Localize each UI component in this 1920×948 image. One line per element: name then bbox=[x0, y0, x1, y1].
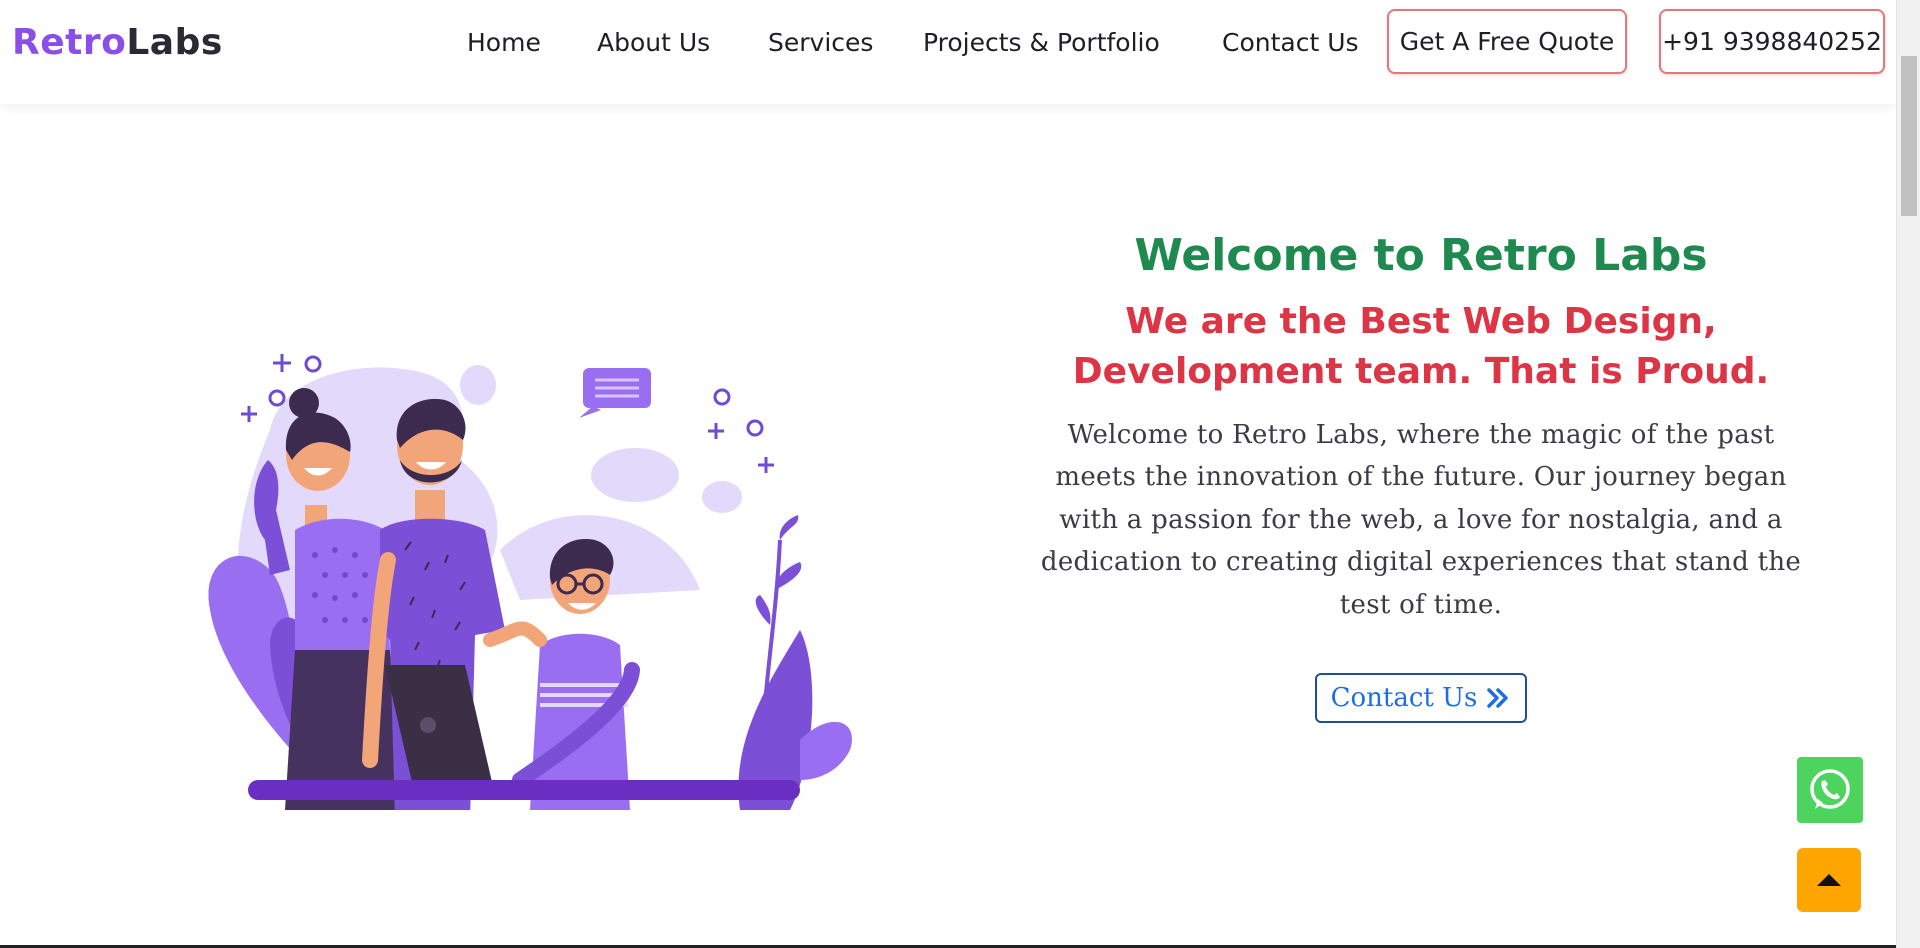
get-free-quote-label: Get A Free Quote bbox=[1399, 27, 1615, 56]
caret-up-icon bbox=[1817, 874, 1841, 886]
whatsapp-icon bbox=[1810, 769, 1850, 809]
hero-contact-us-button[interactable]: Contact Us bbox=[1314, 672, 1528, 723]
nav-services[interactable]: Services bbox=[768, 28, 873, 57]
hero-section: Welcome to Retro Labs We are the Best We… bbox=[1040, 230, 1802, 723]
team-illustration-svg bbox=[208, 354, 852, 820]
page: RetroLabs Home About Us Services Project… bbox=[0, 0, 1920, 948]
nav-contact-us[interactable]: Contact Us bbox=[1222, 28, 1359, 57]
get-free-quote-button[interactable]: Get A Free Quote bbox=[1387, 9, 1627, 74]
site-header: RetroLabs Home About Us Services Project… bbox=[0, 0, 1896, 104]
hero-title: Welcome to Retro Labs bbox=[1134, 230, 1708, 281]
double-chevron-right-icon bbox=[1487, 687, 1509, 708]
phone-button[interactable]: +91 9398840252 bbox=[1659, 9, 1885, 74]
nav-home[interactable]: Home bbox=[467, 28, 541, 57]
hero-contact-us-label: Contact Us bbox=[1330, 682, 1478, 713]
logo-labs: Labs bbox=[126, 22, 223, 63]
hero-description: Welcome to Retro Labs, where the magic o… bbox=[1040, 419, 1802, 621]
hero-subtitle: We are the Best Web Design, Development … bbox=[1072, 300, 1770, 393]
nav-projects-portfolio[interactable]: Projects & Portfolio bbox=[923, 28, 1160, 57]
nav-about-us[interactable]: About Us bbox=[597, 28, 710, 57]
team-illustration bbox=[200, 340, 860, 820]
phone-number: +91 9398840252 bbox=[1662, 27, 1882, 56]
scrollbar-thumb[interactable] bbox=[1901, 56, 1917, 216]
logo-retro: Retro bbox=[12, 22, 127, 63]
brand-logo[interactable]: RetroLabs bbox=[12, 22, 223, 63]
scroll-to-top-button[interactable] bbox=[1797, 848, 1861, 912]
page-scrollbar[interactable] bbox=[1896, 0, 1920, 948]
whatsapp-button[interactable] bbox=[1797, 757, 1863, 823]
